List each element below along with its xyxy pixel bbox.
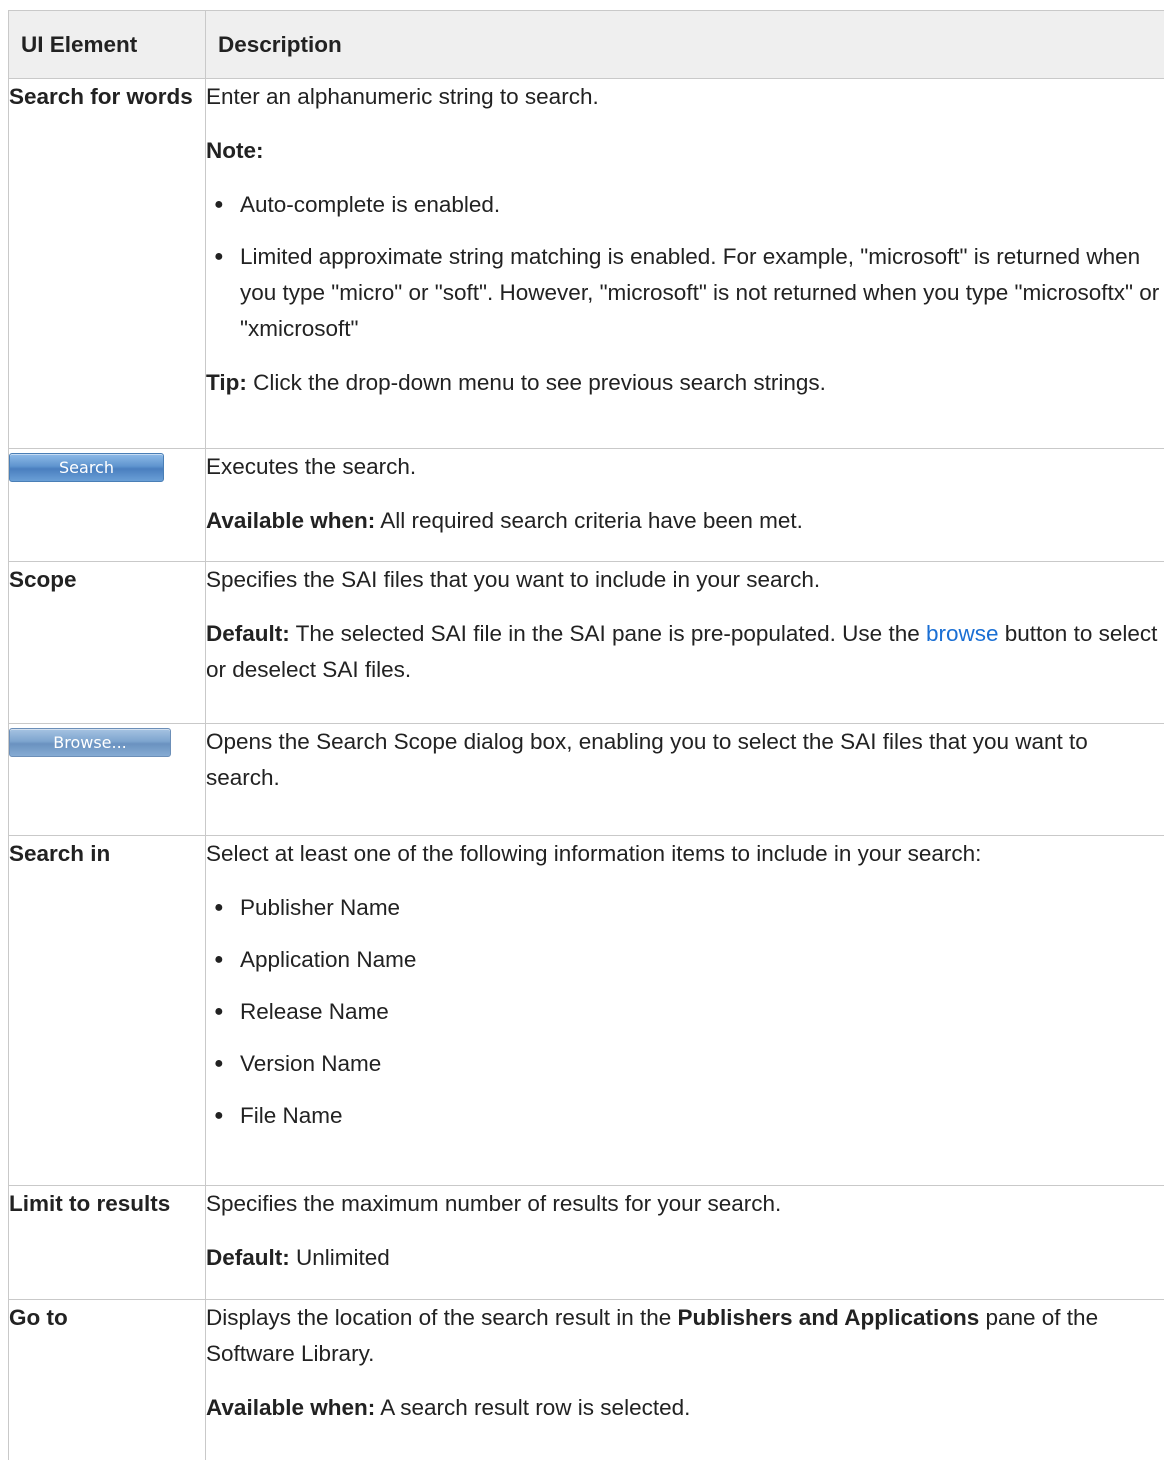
- element-limit-to-results: Limit to results: [8, 1185, 206, 1300]
- tip-text: Tip: Click the drop-down menu to see pre…: [206, 370, 826, 395]
- description-text: Specifies the maximum number of results …: [206, 1191, 782, 1216]
- header-description: Description: [205, 10, 1164, 79]
- element-search-button-cell: Search: [8, 448, 206, 562]
- element-browse-button-cell: Browse...: [8, 723, 206, 836]
- header-ui-element: UI Element: [8, 10, 206, 79]
- default-label: Default:: [206, 1245, 290, 1270]
- default-label: Default:: [206, 621, 290, 646]
- description-text: Select at least one of the following inf…: [206, 841, 982, 866]
- list-item: ● Release Name: [206, 994, 1164, 1030]
- bullet-icon: ●: [214, 1055, 224, 1072]
- bullet-icon: ●: [214, 951, 224, 968]
- table-row: Search in Select at least one of the fol…: [8, 835, 1164, 1186]
- table-row: Browse... Opens the Search Scope dialog …: [8, 723, 1164, 836]
- list-item: ● File Name: [206, 1098, 1164, 1134]
- ui-element-table: UI Element Description Search for words …: [8, 10, 1164, 1460]
- bullet-icon: ●: [214, 248, 224, 265]
- note-list: ● Auto-complete is enabled. ● Limited appr…: [206, 187, 1164, 347]
- description-cell: Enter an alphanumeric string to search. …: [205, 78, 1164, 449]
- description-cell: Displays the location of the search resu…: [205, 1299, 1164, 1460]
- availability-text: Available when: All required search crit…: [206, 508, 803, 533]
- bullet-icon: ●: [214, 1003, 224, 1020]
- search-button[interactable]: Search: [9, 453, 164, 482]
- browse-button[interactable]: Browse...: [9, 728, 171, 757]
- description-text: Specifies the SAI files that you want to…: [206, 567, 821, 592]
- list-item: ● Publisher Name: [206, 890, 1164, 926]
- table-row: Limit to results Specifies the maximum n…: [8, 1185, 1164, 1300]
- available-when-label: Available when:: [206, 508, 376, 533]
- table-row: Search Executes the search. Available wh…: [8, 448, 1164, 562]
- description-cell: Executes the search. Available when: All…: [205, 448, 1164, 562]
- default-text: Default: Unlimited: [206, 1245, 390, 1270]
- bullet-icon: ●: [214, 899, 224, 916]
- description-cell: Specifies the maximum number of results …: [205, 1185, 1164, 1300]
- description-text: Executes the search.: [206, 454, 417, 479]
- bullet-icon: ●: [214, 196, 224, 213]
- element-go-to: Go to: [8, 1299, 206, 1460]
- list-item: ● Limited approximate string matching is …: [206, 239, 1164, 347]
- bullet-icon: ●: [214, 1107, 224, 1124]
- browse-link[interactable]: browse: [926, 621, 999, 646]
- description-text: Enter an alphanumeric string to search.: [206, 84, 599, 109]
- tip-label: Tip:: [206, 370, 247, 395]
- table-row: Go to Displays the location of the searc…: [8, 1299, 1164, 1460]
- list-item: ● Auto-complete is enabled.: [206, 187, 1164, 223]
- element-search-in: Search in: [8, 835, 206, 1186]
- default-text: Default: The selected SAI file in the SA…: [206, 621, 1158, 682]
- availability-text: Available when: A search result row is s…: [206, 1395, 691, 1420]
- description-cell: Specifies the SAI files that you want to…: [205, 561, 1164, 724]
- description-cell: Select at least one of the following inf…: [205, 835, 1164, 1186]
- description-text: Displays the location of the search resu…: [206, 1305, 1099, 1366]
- element-scope: Scope: [8, 561, 206, 724]
- description-text: Opens the Search Scope dialog box, enabl…: [206, 729, 1088, 790]
- information-items-list: ● Publisher Name ● Application Name ● Relea…: [206, 890, 1164, 1134]
- list-item: ● Version Name: [206, 1046, 1164, 1082]
- element-search-for-words: Search for words: [8, 78, 206, 449]
- note-label: Note:: [206, 138, 264, 163]
- list-item: ● Application Name: [206, 942, 1164, 978]
- description-cell: Opens the Search Scope dialog box, enabl…: [205, 723, 1164, 836]
- available-when-label: Available when:: [206, 1395, 376, 1420]
- publishers-and-applications-label: Publishers and Applications: [677, 1305, 980, 1330]
- table-row: Scope Specifies the SAI files that you w…: [8, 561, 1164, 724]
- table-header-row: UI Element Description: [8, 10, 1164, 79]
- table-row: Search for words Enter an alphanumeric s…: [8, 78, 1164, 449]
